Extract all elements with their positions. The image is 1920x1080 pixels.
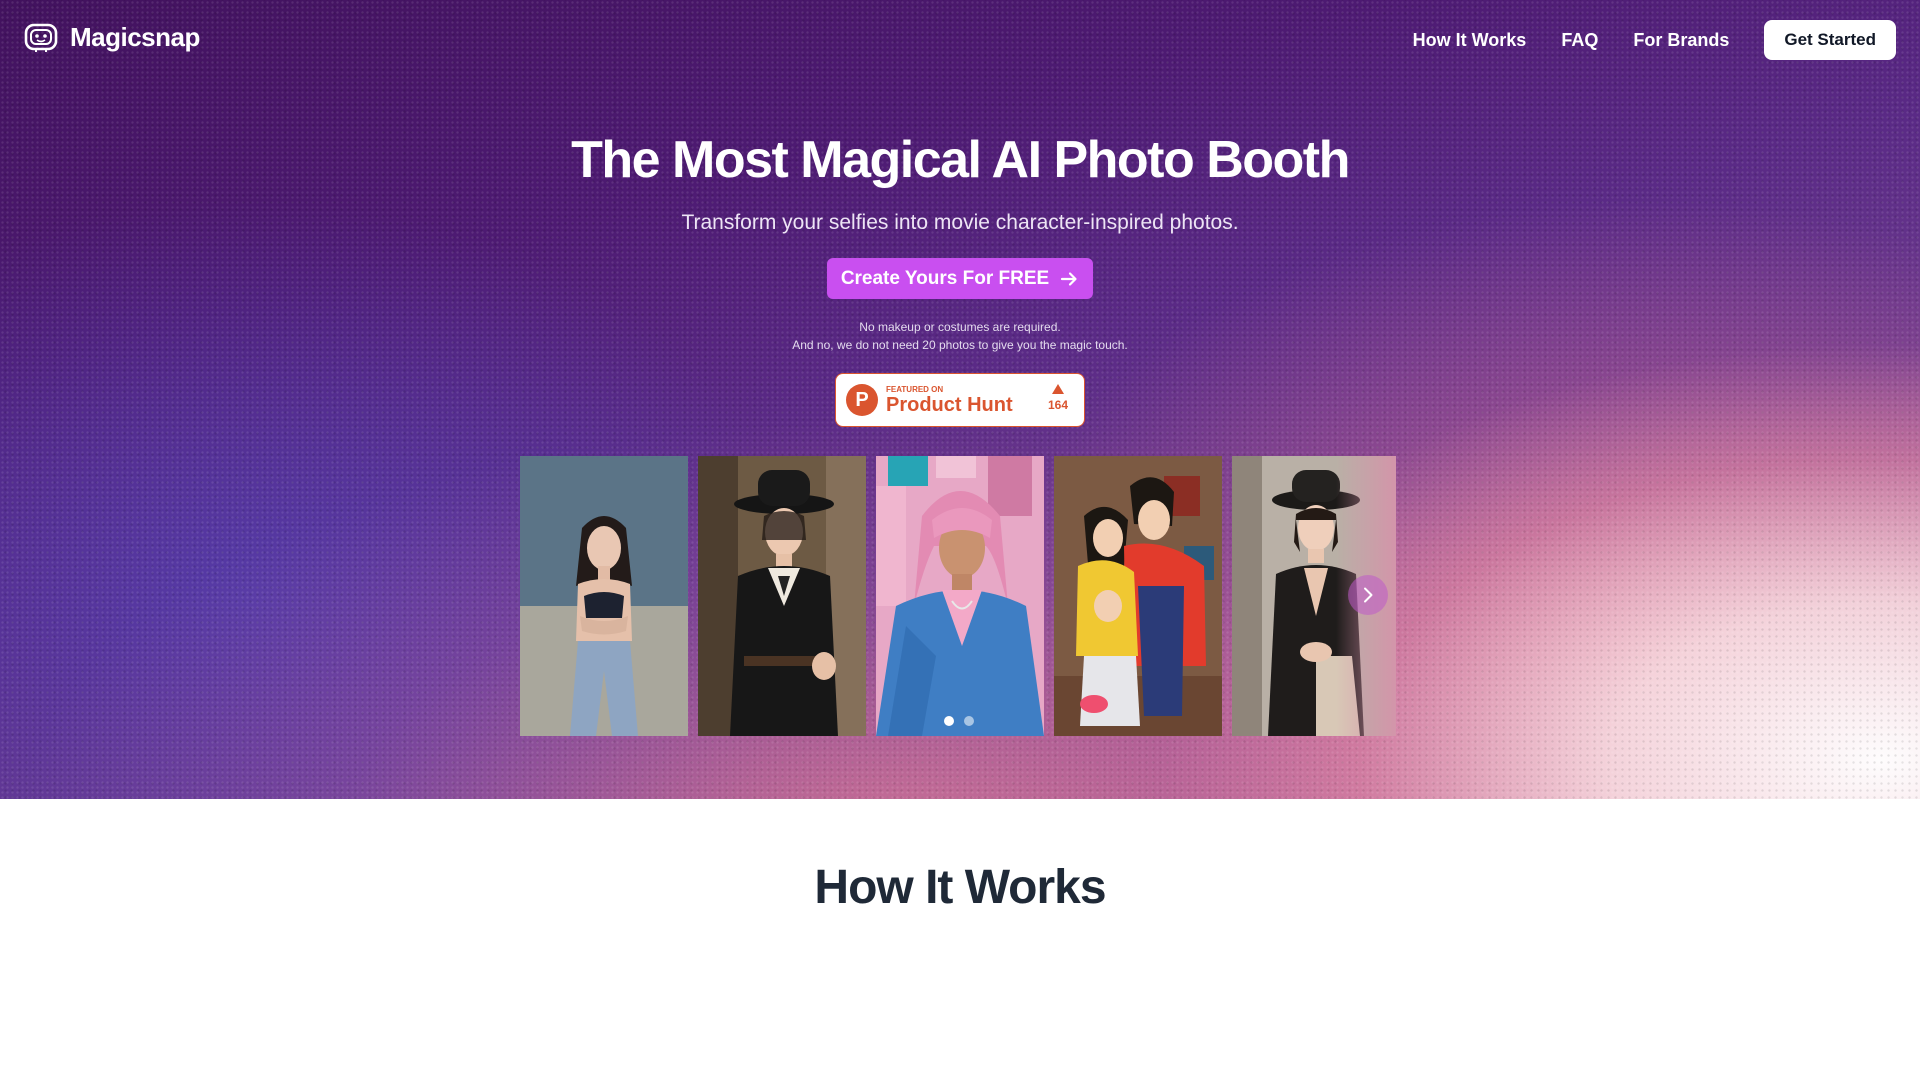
hero-cta-wrap: Create Yours For FREE [0, 258, 1920, 299]
portrait-denim-girl-image [520, 456, 688, 736]
portrait-anime-couple-image [1054, 456, 1222, 736]
brand-logo[interactable]: Magicsnap [24, 22, 200, 53]
arrow-right-icon [1061, 271, 1077, 286]
portrait-hat-suit-woman-image [698, 456, 866, 736]
carousel-next-button[interactable] [1348, 575, 1388, 615]
photo-carousel[interactable] [520, 456, 1396, 736]
carousel-pagination [944, 716, 974, 726]
hero-note-line2: And no, we do not need 20 photos to give… [792, 338, 1128, 352]
top-nav: How It Works FAQ For Brands Get Started [1413, 20, 1896, 60]
chevron-right-icon [1364, 587, 1373, 603]
product-hunt-vote-count: 164 [1047, 398, 1068, 412]
create-yours-label: Create Yours For FREE [840, 267, 1050, 289]
hero-title: The Most Magical AI Photo Booth [571, 131, 1350, 189]
hero-note-line1: No makeup or costumes are required. [859, 320, 1061, 334]
carousel-slide-4[interactable] [1054, 456, 1222, 736]
carousel-dot-1[interactable] [944, 716, 954, 726]
upvote-triangle-icon [1051, 384, 1064, 394]
robot-face-icon [24, 23, 58, 52]
carousel-dot-2[interactable] [964, 716, 974, 726]
hero-section: Magicsnap How It Works FAQ For Brands Ge… [0, 0, 1920, 799]
product-hunt-logo-icon: P [846, 384, 878, 416]
nav-link-how-it-works[interactable]: How It Works [1413, 30, 1527, 51]
product-hunt-wrap: P FEATURED ON Product Hunt 164 [0, 373, 1920, 427]
product-hunt-badge[interactable]: P FEATURED ON Product Hunt 164 [835, 373, 1085, 427]
hero-subtitle: Transform your selfies into movie charac… [681, 211, 1239, 234]
nav-link-faq[interactable]: FAQ [1561, 30, 1598, 51]
product-hunt-featured: FEATURED ON [886, 384, 944, 394]
product-hunt-name: Product Hunt [886, 393, 1013, 416]
brand-name: Magicsnap [70, 22, 200, 52]
get-started-button[interactable]: Get Started [1764, 20, 1896, 60]
carousel-slide-1[interactable] [520, 456, 688, 736]
portrait-pink-hair-man-image [876, 456, 1044, 736]
carousel-slide-2[interactable] [698, 456, 866, 736]
nav-link-for-brands[interactable]: For Brands [1633, 30, 1729, 51]
product-hunt-votes: 164 [1048, 384, 1068, 412]
product-hunt-text: FEATURED ON Product Hunt [886, 385, 1013, 416]
how-it-works-title: How It Works [814, 861, 1106, 914]
carousel-slide-3[interactable] [876, 456, 1044, 736]
create-yours-button[interactable]: Create Yours For FREE [826, 258, 1094, 299]
